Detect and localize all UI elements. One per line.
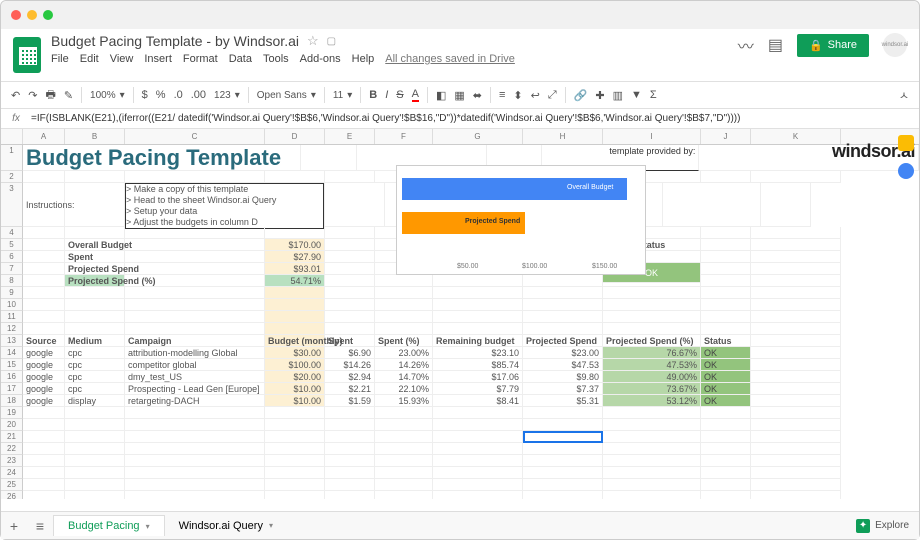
budget-chart[interactable]: Overall Budget Projected Spend $50.00 $1… <box>396 165 646 275</box>
menu-tools[interactable]: Tools <box>263 53 289 65</box>
link-icon[interactable]: 🔗 <box>574 89 588 102</box>
wrap-icon[interactable]: ↩ <box>531 89 540 102</box>
chart-tick-50: $50.00 <box>457 263 478 270</box>
number-format-select[interactable]: 123 ▾ <box>214 90 240 101</box>
rotate-icon[interactable]: ⤢ <box>548 89 557 102</box>
column-headers: ABCDEFGHIJK <box>1 129 919 145</box>
bold-icon[interactable]: B <box>369 89 377 101</box>
halign-icon[interactable]: ≡ <box>499 89 505 101</box>
avatar[interactable]: windsor.ai <box>883 33 907 57</box>
explore-button[interactable]: ✦Explore <box>856 519 909 533</box>
menu-edit[interactable]: Edit <box>80 53 99 65</box>
minimize-window-icon[interactable] <box>27 10 37 20</box>
formula-input[interactable]: =IF(ISBLANK(E21),(iferror((E21/ datedif(… <box>31 113 740 124</box>
menu-addons[interactable]: Add-ons <box>300 53 341 65</box>
borders-icon[interactable]: ▦ <box>454 89 464 102</box>
formula-bar: fx =IF(ISBLANK(E21),(iferror((E21/ dated… <box>1 109 919 129</box>
menu-view[interactable]: View <box>110 53 134 65</box>
redo-icon[interactable]: ↷ <box>28 89 37 102</box>
tab-windsor-query[interactable]: Windsor.ai Query▾ <box>165 516 287 536</box>
paint-format-icon[interactable]: ✎ <box>64 89 73 102</box>
spreadsheet-grid[interactable]: ABCDEFGHIJK 1234567891011121314151617181… <box>1 129 919 499</box>
menu-help[interactable]: Help <box>352 53 375 65</box>
close-window-icon[interactable] <box>11 10 21 20</box>
font-size-select[interactable]: 11 ▾ <box>333 90 352 101</box>
fill-color-icon[interactable]: ◧ <box>436 89 446 102</box>
maximize-window-icon[interactable] <box>43 10 53 20</box>
toolbar: ↶ ↷ 🖶 ✎ 100% ▾ $ % .0 .00 123 ▾ Open San… <box>1 81 919 109</box>
increase-decimal-icon[interactable]: .00 <box>191 89 206 101</box>
save-status: All changes saved in Drive <box>385 53 515 65</box>
chart-tick-150: $150.00 <box>592 263 617 270</box>
print-icon[interactable]: 🖶 <box>45 86 55 105</box>
font-select[interactable]: Open Sans ▾ <box>257 90 316 101</box>
merge-icon[interactable]: ⬌ <box>473 89 482 102</box>
strike-icon[interactable]: S <box>396 89 403 101</box>
document-title[interactable]: Budget Pacing Template - by Windsor.ai <box>51 33 299 49</box>
decrease-decimal-icon[interactable]: .0 <box>174 89 183 101</box>
menu-bar: File Edit View Insert Format Data Tools … <box>51 53 515 65</box>
filter-icon[interactable]: ▼ <box>631 89 642 101</box>
percent-icon[interactable]: % <box>156 89 166 101</box>
move-icon[interactable]: ▢ <box>327 36 336 47</box>
comment-insert-icon[interactable]: ✚ <box>595 89 604 102</box>
functions-icon[interactable]: Σ <box>650 89 657 101</box>
valign-icon[interactable]: ⬍ <box>513 89 522 102</box>
italic-icon[interactable]: I <box>385 89 388 101</box>
app-header: Budget Pacing Template - by Windsor.ai ☆… <box>1 29 919 81</box>
sheet-tabs-bar: + ≡ Budget Pacing▾ Windsor.ai Query▾ ✦Ex… <box>1 511 919 539</box>
fx-icon[interactable]: fx <box>1 113 31 124</box>
side-panel <box>893 129 919 179</box>
undo-icon[interactable]: ↶ <box>11 89 20 102</box>
chart-label-projected-spend: Projected Spend <box>465 218 520 225</box>
zoom-select[interactable]: 100% ▾ <box>90 90 125 101</box>
row-headers: 1234567891011121314151617181920212223242… <box>1 145 23 499</box>
comments-icon[interactable]: ▤ <box>768 35 783 55</box>
keep-icon[interactable] <box>898 135 914 151</box>
tasks-icon[interactable] <box>898 163 914 179</box>
toolbar-collapse-icon[interactable]: ㅅ <box>899 87 909 103</box>
window-titlebar <box>1 1 919 29</box>
menu-insert[interactable]: Insert <box>144 53 172 65</box>
menu-format[interactable]: Format <box>183 53 218 65</box>
chart-tick-100: $100.00 <box>522 263 547 270</box>
all-sheets-icon[interactable]: ≡ <box>27 518 53 534</box>
sheets-icon[interactable] <box>13 37 41 73</box>
activity-icon[interactable]: 〰 <box>738 33 754 57</box>
star-icon[interactable]: ☆ <box>307 33 319 49</box>
menu-file[interactable]: File <box>51 53 69 65</box>
share-button[interactable]: 🔒 Share <box>797 34 869 57</box>
chart-icon[interactable]: ▥ <box>613 89 623 102</box>
tab-budget-pacing[interactable]: Budget Pacing▾ <box>53 515 165 536</box>
currency-icon[interactable]: $ <box>142 89 148 101</box>
lock-icon: 🔒 <box>809 39 823 52</box>
add-sheet-icon[interactable]: + <box>1 518 27 534</box>
menu-data[interactable]: Data <box>229 53 252 65</box>
chart-label-overall-budget: Overall Budget <box>567 184 613 191</box>
text-color-icon[interactable]: A <box>412 88 419 102</box>
